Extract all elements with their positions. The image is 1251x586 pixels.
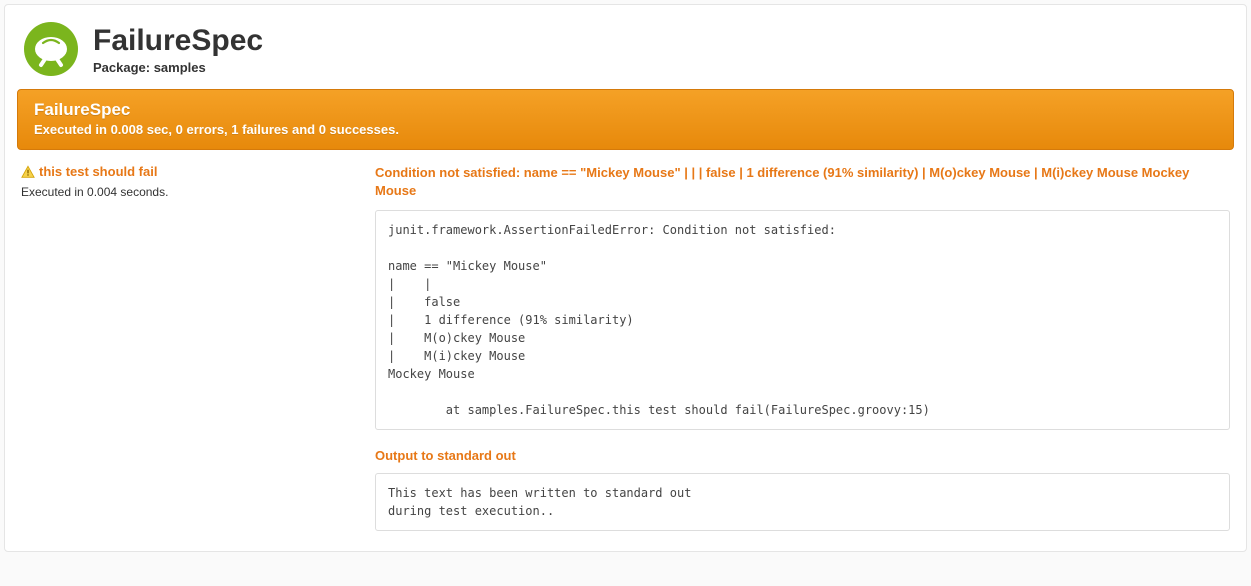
banner-spec-name: FailureSpec xyxy=(34,100,1217,120)
failure-message: Condition not satisfied: name == "Mickey… xyxy=(375,164,1230,200)
banner-summary: Executed in 0.008 sec, 0 errors, 1 failu… xyxy=(34,122,1217,137)
stdout-body: This text has been written to standard o… xyxy=(375,473,1230,531)
title-block: FailureSpec Package: samples xyxy=(93,24,263,75)
summary-banner: FailureSpec Executed in 0.008 sec, 0 err… xyxy=(17,89,1234,150)
warning-icon xyxy=(21,165,35,179)
right-column: Condition not satisfied: name == "Mickey… xyxy=(367,160,1234,535)
test-name: this test should fail xyxy=(39,164,157,179)
report-card: FailureSpec Package: samples FailureSpec… xyxy=(4,4,1247,552)
package-label: Package: samples xyxy=(93,60,263,75)
logo-icon xyxy=(23,21,79,77)
page-title: FailureSpec xyxy=(93,24,263,58)
left-column: this test should fail Executed in 0.004 … xyxy=(17,160,367,535)
failure-stack: junit.framework.AssertionFailedError: Co… xyxy=(375,210,1230,430)
header: FailureSpec Package: samples xyxy=(5,5,1246,89)
test-title: this test should fail xyxy=(21,164,355,179)
body: this test should fail Executed in 0.004 … xyxy=(5,150,1246,551)
test-exec-time: Executed in 0.004 seconds. xyxy=(21,185,355,199)
stdout-heading: Output to standard out xyxy=(375,448,1230,463)
